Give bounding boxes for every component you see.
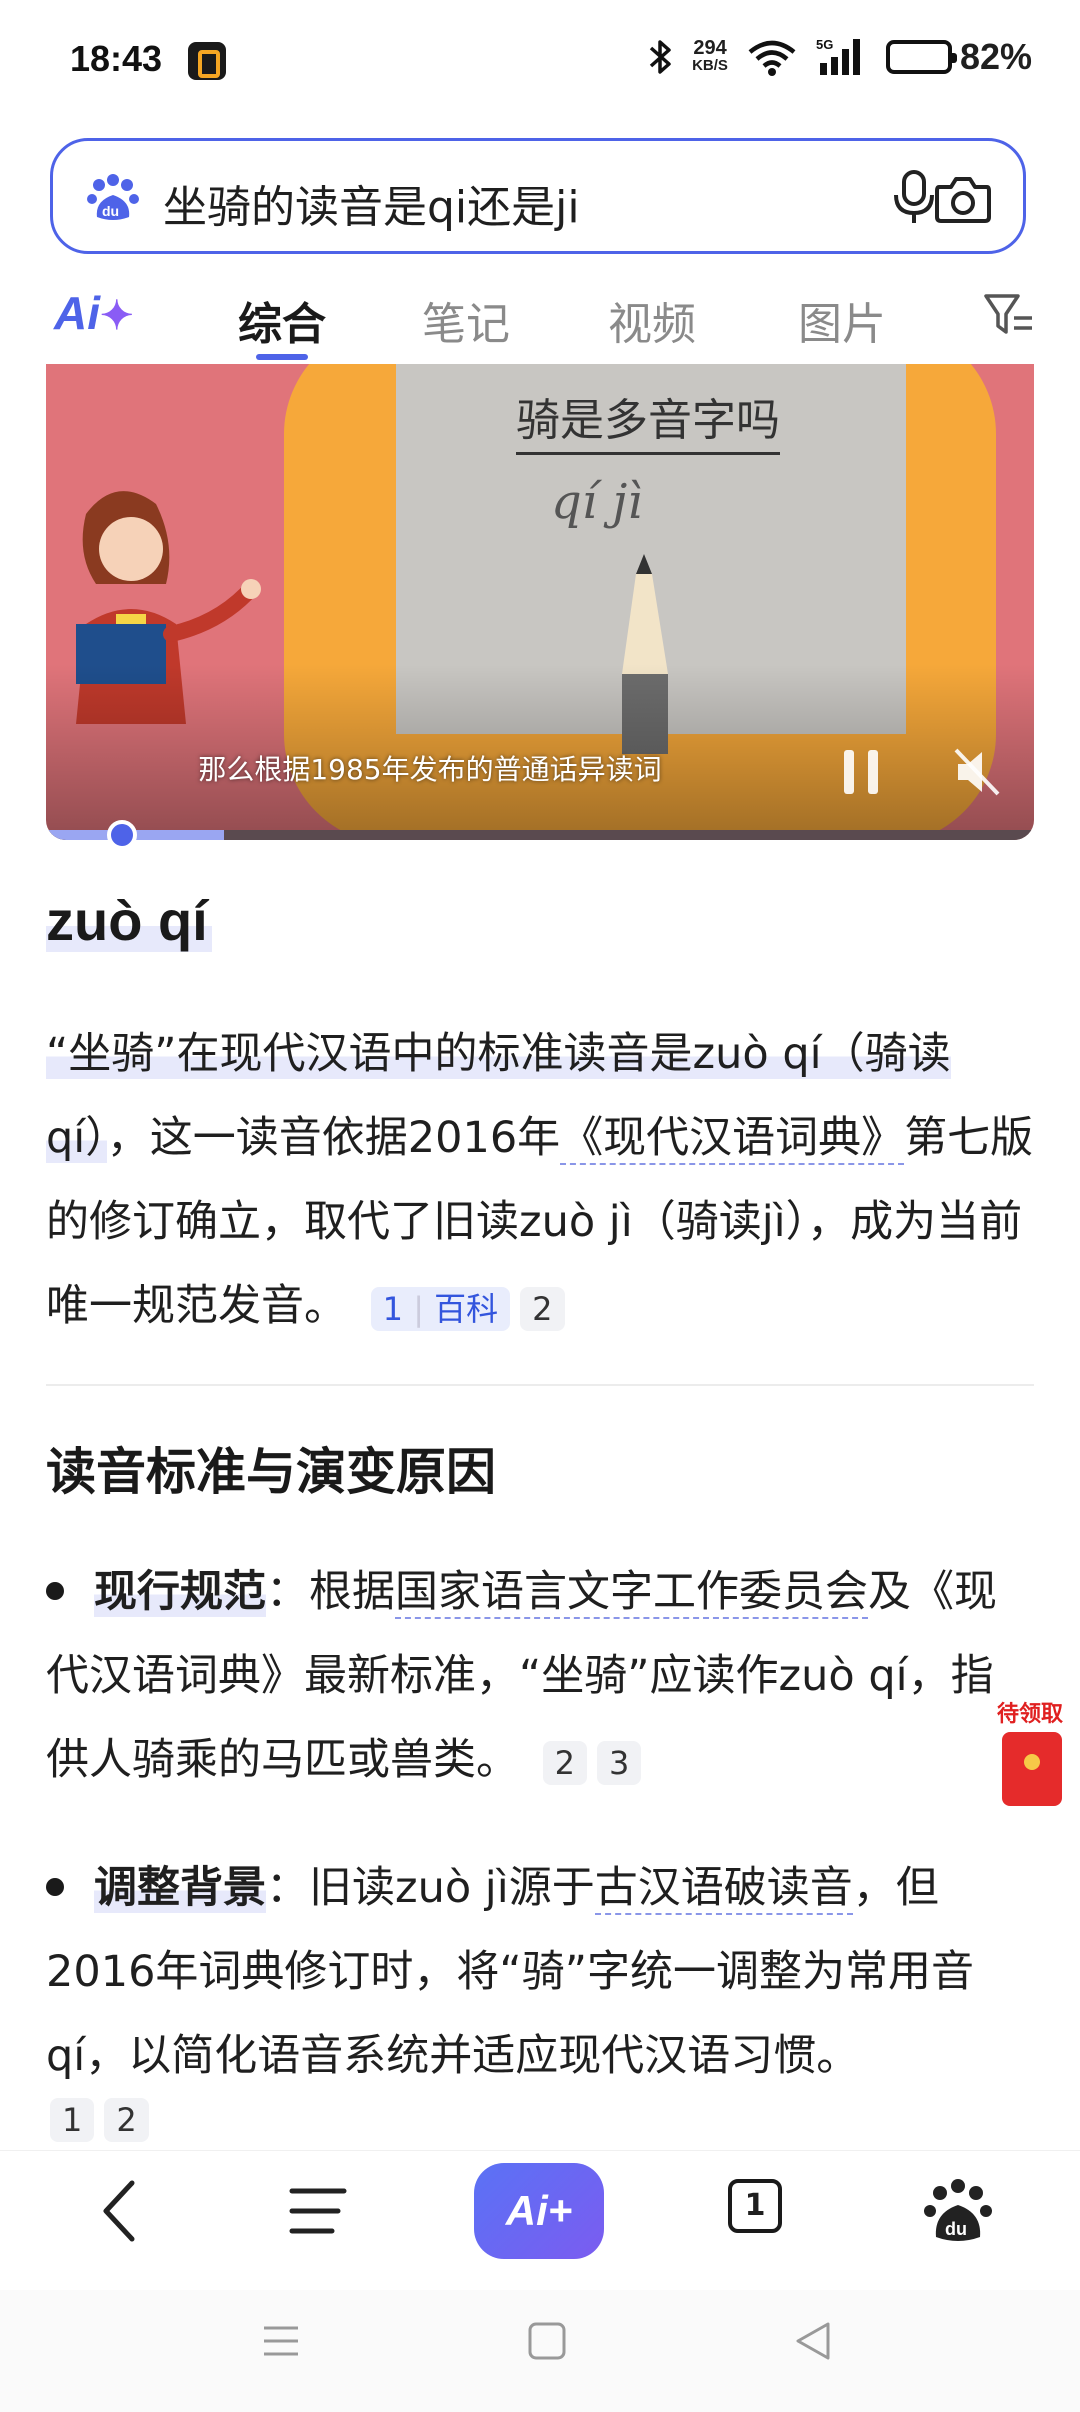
- citation-2[interactable]: 2: [104, 2098, 149, 2142]
- language-committee-link[interactable]: 国家语言文字工作委员会: [395, 1567, 868, 1619]
- video-progress-bar[interactable]: [46, 830, 1034, 840]
- tab-ai[interactable]: Ai✦: [54, 286, 134, 340]
- search-tabs: Ai✦ 综合 笔记 视频 图片: [0, 270, 1080, 366]
- bullet-text: ：根据: [266, 1567, 395, 1617]
- network-speed-value: 294: [693, 37, 727, 59]
- ancient-chinese-link[interactable]: 古汉语破读音: [594, 1863, 853, 1915]
- system-navigation-bar: [0, 2290, 1080, 2412]
- pause-icon[interactable]: [840, 746, 882, 798]
- network-speed: 294 KB/S: [692, 37, 728, 74]
- svg-text:du: du: [945, 2219, 967, 2239]
- mute-icon[interactable]: [952, 746, 1002, 798]
- active-tab-indicator: [256, 354, 308, 360]
- status-icons: 294 KB/S 5G 82%: [648, 36, 1032, 78]
- citation-2[interactable]: 2: [542, 1740, 588, 1785]
- sparkle-icon: ✦: [100, 294, 134, 338]
- filter-icon[interactable]: [982, 290, 1034, 340]
- citation-baike[interactable]: 1 | 百科: [370, 1286, 511, 1331]
- citation-label: 百科: [434, 1289, 499, 1328]
- network-type: 5G: [816, 37, 833, 52]
- red-packet-label: 待领取: [996, 1702, 1063, 1727]
- bluetooth-icon: [648, 38, 674, 76]
- video-title: 骑是多音字吗: [516, 384, 780, 455]
- tab-comprehensive[interactable]: 综合: [238, 288, 326, 352]
- bullet-dot: [46, 1877, 64, 1896]
- status-bar: 18:43 294 KB/S 5G 82%: [0, 0, 1080, 124]
- camera-icon[interactable]: [933, 171, 993, 227]
- system-back-icon[interactable]: [790, 2318, 836, 2364]
- tab-images[interactable]: 图片: [798, 288, 886, 352]
- battery-icon: [885, 40, 957, 74]
- wifi-icon: [746, 38, 798, 76]
- video-subtitle: 那么根据1985年发布的普通话异读词: [198, 753, 662, 786]
- answer-title: zuò qí: [46, 889, 208, 952]
- recent-apps-icon[interactable]: [258, 2318, 304, 2364]
- video-progress-knob[interactable]: [107, 820, 138, 850]
- network-speed-unit: KB/S: [692, 57, 728, 74]
- cellular-signal-icon: 5G: [816, 37, 868, 77]
- section-divider: [46, 1384, 1034, 1386]
- answer-summary: “坐骑”在现代汉语中的标准读音是zuò qí（骑读qí），这一读音依据2016年…: [46, 1012, 1036, 1348]
- red-packet-icon: [1002, 1732, 1062, 1806]
- video-player[interactable]: 骑是多音字吗 qí jì 那么根据1985年发布的普通话异读词: [46, 364, 1034, 840]
- app-notification-icon: [188, 42, 226, 80]
- tab-notes[interactable]: 笔记: [422, 288, 510, 352]
- tab-ai-label: Ai: [54, 287, 100, 339]
- citation-number: 1: [382, 1289, 404, 1328]
- video-pinyin: qí jì: [551, 474, 643, 530]
- citation-1[interactable]: 1: [50, 2098, 95, 2142]
- bullet-dot: [46, 1581, 64, 1600]
- dictionary-link[interactable]: 《现代汉语词典》: [560, 1113, 905, 1165]
- tab-count-button[interactable]: 1: [728, 2179, 782, 2233]
- bullet-label: 调整背景: [94, 1863, 266, 1913]
- citation-3[interactable]: 3: [597, 1740, 642, 1785]
- home-icon[interactable]: [524, 2318, 570, 2364]
- bottom-navigation: Ai+ 1 du: [0, 2150, 1080, 2270]
- citation-2[interactable]: 2: [520, 1286, 565, 1331]
- bullet-current-standard: 现行规范：根据国家语言文字工作委员会及《现代汉语词典》最新标准，“坐骑”应读作z…: [46, 1550, 1006, 1802]
- battery-indicator: 82%: [885, 36, 1032, 78]
- baidu-paw-icon: du: [87, 174, 139, 220]
- ai-assistant-button[interactable]: Ai+: [474, 2163, 604, 2259]
- baidu-home-icon[interactable]: du: [918, 2171, 998, 2251]
- menu-icon[interactable]: [278, 2171, 358, 2251]
- svg-text:du: du: [102, 203, 119, 219]
- tab-video[interactable]: 视频: [608, 288, 696, 352]
- status-time: 18:43: [70, 38, 163, 79]
- microphone-icon[interactable]: [891, 169, 937, 227]
- bullet-label: 现行规范: [94, 1567, 266, 1617]
- back-icon[interactable]: [82, 2171, 162, 2251]
- red-packet-widget[interactable]: 待领取: [988, 1696, 1072, 1816]
- bullet-background-citations: 12: [40, 2098, 149, 2142]
- bullet-background: 调整背景：旧读zuò jì源于古汉语破读音，但2016年词典修订时，将“骑”字统…: [46, 1846, 1036, 2098]
- answer-text: ，这一读音依据2016年: [106, 1113, 561, 1163]
- search-input[interactable]: 坐骑的读音是qi还是ji: [163, 171, 580, 235]
- search-bar[interactable]: du 坐骑的读音是qi还是ji: [50, 138, 1026, 254]
- battery-percent: 82%: [959, 36, 1032, 77]
- bullet-text: ：旧读zuò jì源于: [266, 1863, 595, 1913]
- section-title: 读音标准与演变原因: [46, 1443, 496, 1501]
